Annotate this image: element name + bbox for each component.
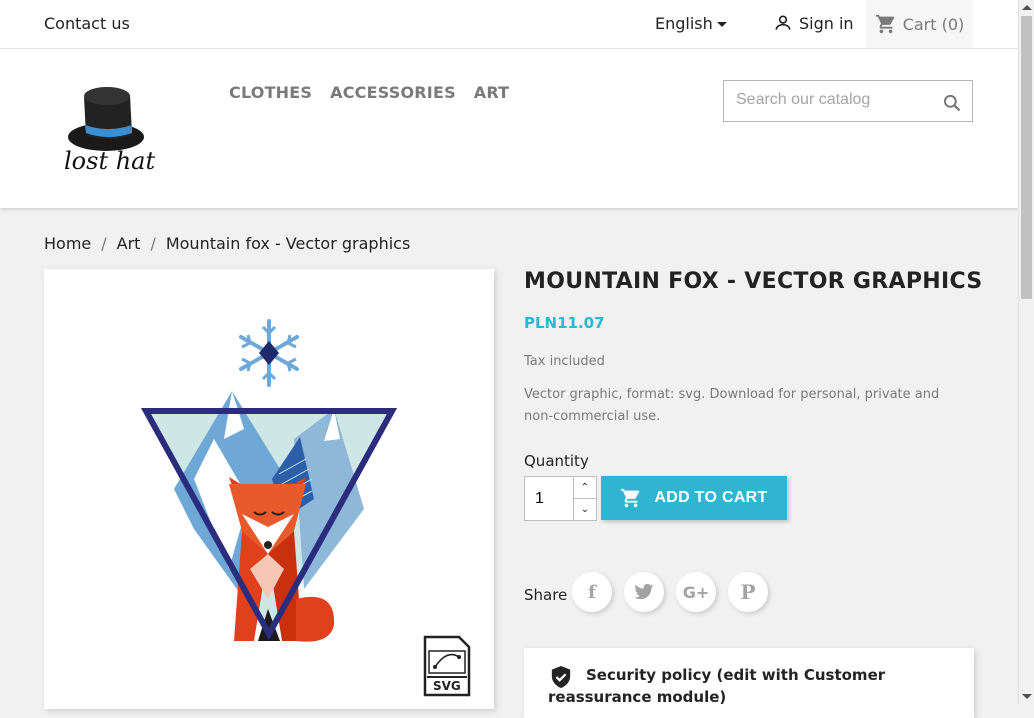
product-price: PLN11.07: [524, 314, 605, 332]
product-description: Vector graphic, format: svg. Download fo…: [524, 387, 940, 424]
breadcrumb-home[interactable]: Home: [44, 234, 91, 253]
menu-item-art[interactable]: ART: [474, 83, 510, 102]
quantity-decrease-button[interactable]: ⌄: [574, 499, 596, 520]
add-to-cart-label: ADD TO CART: [654, 489, 768, 506]
breadcrumb-separator: /: [101, 234, 107, 253]
quantity-input[interactable]: [533, 489, 573, 509]
chevron-up-icon: ⌃: [580, 482, 590, 493]
googleplus-icon: G+: [682, 582, 710, 602]
sign-in-link[interactable]: Sign in: [773, 13, 854, 33]
product-image-card[interactable]: SVG: [44, 269, 494, 709]
share-twitter-button[interactable]: [624, 572, 664, 612]
product-title: MOUNTAIN FOX - VECTOR GRAPHICS: [524, 269, 983, 294]
quantity-stepper: ⌃ ⌄: [524, 476, 597, 521]
search-input[interactable]: [734, 90, 938, 110]
breadcrumb-art[interactable]: Art: [117, 234, 141, 253]
breadcrumb-current: Mountain fox - Vector graphics: [165, 234, 411, 253]
breadcrumb: Home / Art / Mountain fox - Vector graph…: [44, 234, 410, 253]
facebook-icon: f: [588, 581, 596, 603]
language-selector[interactable]: English: [655, 14, 727, 33]
scroll-down-arrow-icon[interactable]: [1022, 694, 1032, 699]
snowflake-icon: [239, 319, 299, 387]
cart-label: Cart (0): [902, 14, 965, 34]
quantity-increase-button[interactable]: ⌃: [574, 477, 596, 499]
sign-in-label: Sign in: [799, 13, 854, 33]
contact-link[interactable]: Contact us: [44, 14, 130, 33]
reassurance-text: Security policy (edit with Customer reas…: [548, 666, 886, 706]
menu-item-clothes[interactable]: CLOTHES: [229, 83, 312, 102]
twitter-icon: [634, 583, 654, 600]
caret-down-icon: [716, 22, 727, 27]
share-googleplus-button[interactable]: G+: [676, 572, 716, 612]
quantity-spinner: ⌃ ⌄: [573, 477, 596, 520]
user-icon: [775, 15, 791, 30]
language-label: English: [655, 14, 713, 33]
breadcrumb-separator: /: [150, 234, 156, 253]
scrollbar-thumb[interactable]: [1021, 16, 1032, 299]
svg-badge-label: SVG: [433, 679, 461, 693]
add-to-cart-button[interactable]: ADD TO CART: [601, 476, 787, 520]
search-icon[interactable]: [942, 93, 962, 113]
cart-icon: [875, 14, 894, 34]
scroll-up-arrow-icon[interactable]: [1022, 5, 1032, 10]
top-hat-icon: [68, 87, 144, 151]
reassurance-block: Security policy (edit with Customer reas…: [524, 648, 974, 718]
page-scrollbar[interactable]: [1018, 0, 1034, 704]
logo[interactable]: lost hat: [60, 85, 170, 180]
main-menu: CLOTHES ACCESSORIES ART: [229, 83, 509, 102]
menu-item-accessories[interactable]: ACCESSORIES: [330, 83, 456, 102]
share-facebook-button[interactable]: f: [572, 572, 612, 612]
share-label: Share: [524, 586, 568, 604]
cart-icon: [621, 488, 640, 508]
header: lost hat CLOTHES ACCESSORIES ART: [0, 49, 1018, 208]
share-pinterest-button[interactable]: P: [728, 572, 768, 612]
quantity-label: Quantity: [524, 452, 589, 470]
pinterest-icon: P: [740, 580, 756, 604]
search-box: [723, 80, 973, 122]
logo-text: lost hat: [64, 147, 156, 175]
cart-link[interactable]: Cart (0): [866, 0, 973, 48]
top-bar: Contact us English Sign in Cart (0): [0, 0, 1018, 49]
chevron-down-icon: ⌄: [580, 504, 590, 515]
product-image: [140, 319, 471, 697]
tax-note: Tax included: [524, 354, 605, 369]
